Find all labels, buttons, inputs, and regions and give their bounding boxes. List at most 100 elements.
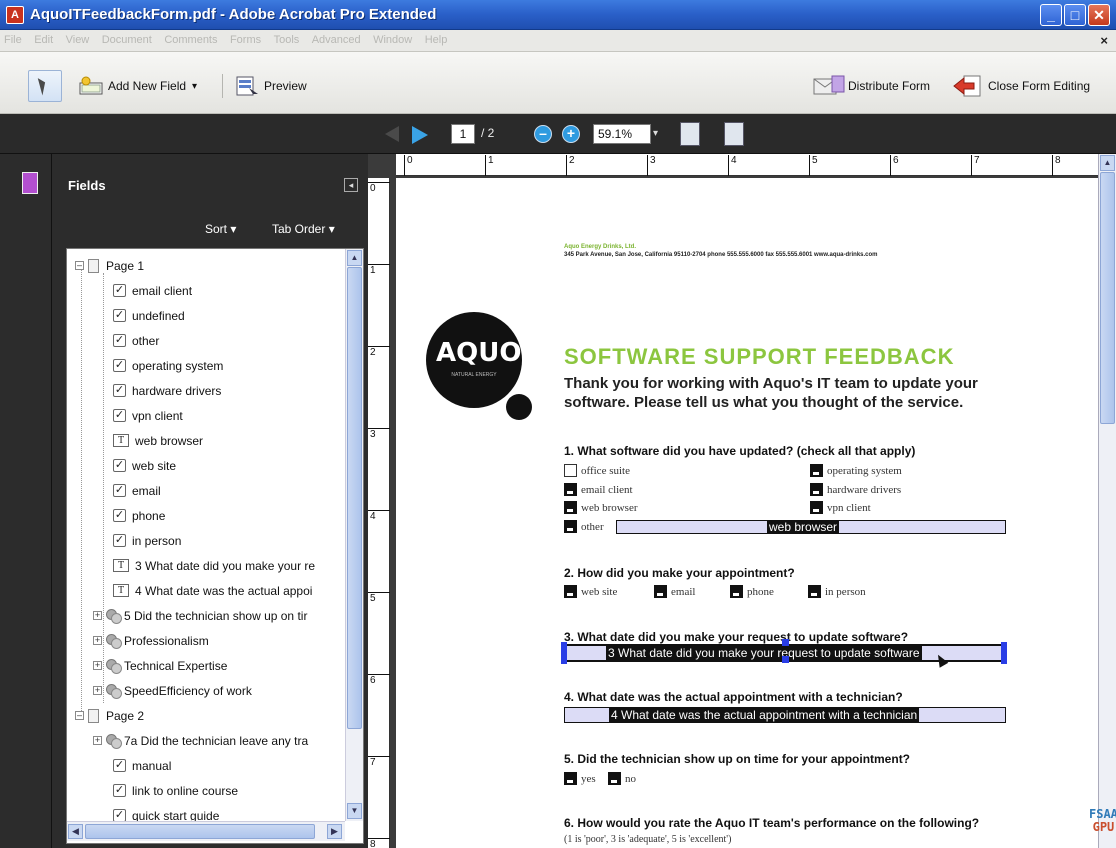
scroll-right-icon[interactable]: ▶ — [327, 824, 342, 839]
tree-field-item[interactable]: ✓ email — [113, 478, 161, 503]
tree-field-item[interactable]: +7a Did the technician leave any tra — [93, 728, 308, 753]
checkbox-other[interactable]: other — [564, 520, 604, 533]
distribute-form-button[interactable]: Distribute Form — [812, 74, 930, 98]
page-number-input[interactable]: 1 — [451, 124, 475, 144]
scroll-up-icon[interactable]: ▲ — [347, 250, 362, 266]
expand-icon[interactable]: + — [93, 636, 102, 645]
menu-window[interactable]: Window — [369, 30, 416, 46]
tree-page-2[interactable]: – Page 2 — [75, 703, 144, 728]
fit-page-icon[interactable] — [724, 122, 744, 146]
select-object-tool[interactable] — [28, 70, 62, 102]
ruler-mark: 4 — [728, 155, 737, 176]
resize-handle-right[interactable] — [1001, 642, 1007, 664]
scroll-thumb[interactable] — [1100, 172, 1115, 424]
tree-horizontal-scrollbar[interactable]: ◀ ▶ — [67, 821, 345, 841]
tree-field-item[interactable]: ✓ undefined — [113, 303, 185, 328]
tree-vertical-scrollbar[interactable]: ▲ ▼ — [345, 249, 363, 821]
expand-icon[interactable]: + — [93, 686, 102, 695]
menu-edit[interactable]: Edit — [30, 30, 57, 46]
checkbox-hardware-drivers[interactable]: hardware drivers — [810, 483, 901, 496]
tree-page-1[interactable]: – Page 1 — [75, 253, 144, 278]
tree-field-item[interactable]: ✓ operating system — [113, 353, 223, 378]
radio-no[interactable]: no — [608, 772, 636, 785]
menu-file[interactable]: File — [0, 30, 26, 46]
expand-icon[interactable]: + — [93, 611, 102, 620]
expand-icon[interactable]: + — [93, 661, 102, 670]
minimize-button[interactable]: _ — [1040, 4, 1062, 26]
menu-view[interactable]: View — [62, 30, 94, 46]
close-form-editing-button[interactable]: Close Form Editing — [952, 74, 1090, 98]
tree-field-item[interactable]: ✓ manual — [113, 753, 171, 778]
scroll-down-icon[interactable]: ▼ — [347, 803, 362, 819]
resize-handle-left[interactable] — [561, 642, 567, 664]
menu-advanced[interactable]: Advanced — [308, 30, 365, 46]
resize-handle-top[interactable] — [782, 639, 789, 646]
tree-field-item[interactable]: T 4 What date was the actual appoi — [113, 578, 312, 603]
previous-page-icon[interactable] — [385, 126, 399, 142]
resize-handle-bottom[interactable] — [782, 656, 789, 663]
tree-field-item[interactable]: ✓ hardware drivers — [113, 378, 221, 403]
tree-field-item[interactable]: ✓ phone — [113, 503, 165, 528]
horizontal-ruler: 0 1 2 3 4 5 6 7 8 — [396, 154, 1098, 176]
checkbox-in-person[interactable]: in person — [808, 585, 866, 598]
add-new-field-label: Add New Field — [108, 79, 187, 93]
zoom-out-icon[interactable]: – — [534, 125, 552, 143]
tree-field-item[interactable]: ✓ email client — [113, 278, 192, 303]
checkbox-vpn-client[interactable]: vpn client — [810, 501, 871, 514]
q4-date-field[interactable]: 4 What date was the actual appointment w… — [564, 707, 1006, 723]
checkbox-web-browser[interactable]: web browser — [564, 501, 638, 514]
zoom-dropdown-icon[interactable]: ▾ — [653, 124, 665, 144]
maximize-button[interactable]: □ — [1064, 4, 1086, 26]
zoom-level-input[interactable]: 59.1% — [593, 124, 651, 144]
tree-field-item[interactable]: ✓ vpn client — [113, 403, 183, 428]
preview-button[interactable]: Preview — [234, 74, 307, 98]
scroll-thumb[interactable] — [347, 267, 362, 729]
tree-field-item[interactable]: +5 Did the technician show up on tir — [93, 603, 307, 628]
checkbox-email[interactable]: email — [654, 585, 695, 598]
ruler-mark: 1 — [485, 155, 494, 176]
zoom-in-icon[interactable]: + — [562, 125, 580, 143]
expand-icon[interactable]: + — [93, 736, 102, 745]
next-page-icon[interactable] — [412, 126, 428, 144]
scroll-thumb[interactable] — [85, 824, 315, 839]
distribute-form-label: Distribute Form — [848, 79, 931, 93]
tree-field-item[interactable]: ✓ web site — [113, 453, 176, 478]
tree-field-item[interactable]: + SpeedEfficiency of work — [93, 678, 252, 703]
tree-field-item[interactable]: T 3 What date did you make your re — [113, 553, 315, 578]
checkbox-phone[interactable]: phone — [730, 585, 774, 598]
document-vertical-scrollbar[interactable]: ▲ — [1098, 154, 1116, 848]
fields-panel-icon[interactable] — [22, 172, 38, 194]
scroll-up-icon[interactable]: ▲ — [1100, 155, 1115, 171]
tree-field-item[interactable]: Tweb browser — [113, 428, 203, 453]
collapse-icon[interactable]: – — [75, 711, 84, 720]
add-new-field-button[interactable]: Add New Field ▾ — [78, 74, 197, 98]
other-text-field[interactable]: web browser — [616, 520, 1006, 534]
collapse-panel-icon[interactable]: ◂ — [344, 178, 358, 192]
checkbox-email-client[interactable]: email client — [564, 483, 633, 496]
checkbox-field-icon: ✓ — [113, 509, 126, 522]
menu-document[interactable]: Document — [98, 30, 156, 46]
checkbox-web-site[interactable]: web site — [564, 585, 617, 598]
tree-field-item[interactable]: ✓ link to online course — [113, 778, 238, 803]
menu-help[interactable]: Help — [421, 30, 452, 46]
preview-label: Preview — [264, 79, 307, 93]
collapse-icon[interactable]: – — [75, 261, 84, 270]
tree-field-item[interactable]: ✓ other — [113, 328, 159, 353]
menu-comments[interactable]: Comments — [160, 30, 221, 46]
document-close-icon[interactable]: × — [1100, 33, 1108, 48]
close-button[interactable]: ✕ — [1088, 4, 1110, 26]
scroll-left-icon[interactable]: ◀ — [68, 824, 83, 839]
tree-field-item[interactable]: + Professionalism — [93, 628, 209, 653]
fit-width-icon[interactable] — [680, 122, 700, 146]
sort-dropdown[interactable]: Sort ▾ — [205, 222, 236, 236]
fields-panel-title: Fields — [68, 178, 106, 193]
checkbox-office-suite[interactable]: office suite — [564, 464, 630, 477]
tab-order-dropdown[interactable]: Tab Order ▾ — [272, 222, 335, 236]
menu-forms[interactable]: Forms — [226, 30, 265, 46]
radio-yes[interactable]: yes — [564, 772, 596, 785]
menu-tools[interactable]: Tools — [270, 30, 304, 46]
tree-field-item[interactable]: ✓ in person — [113, 528, 181, 553]
checkbox-operating-system[interactable]: operating system — [810, 464, 902, 477]
checkbox-field-icon — [654, 585, 667, 598]
tree-field-item[interactable]: + Technical Expertise — [93, 653, 227, 678]
